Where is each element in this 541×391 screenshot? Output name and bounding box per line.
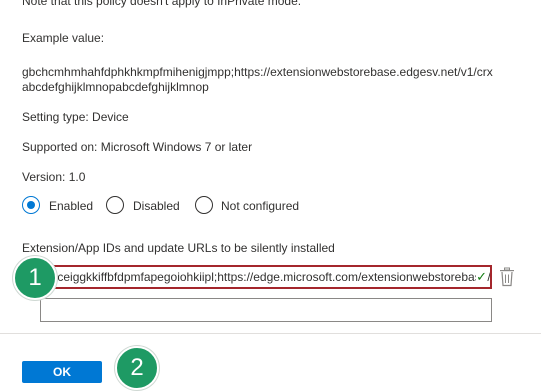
example-value-line1: gbchcmhmhahfdphkhkmpfmihenigjmpp;https:/… [22, 65, 493, 79]
setting-type: Setting type: Device [22, 110, 129, 124]
radio-enabled-label[interactable]: Enabled [49, 199, 93, 213]
radio-not-configured[interactable] [195, 196, 213, 214]
version: Version: 1.0 [22, 170, 86, 184]
radio-not-configured-label[interactable]: Not configured [221, 199, 299, 213]
radio-enabled[interactable] [22, 196, 40, 214]
step-badge-2: 2 [115, 346, 159, 390]
radio-disabled-label[interactable]: Disabled [133, 199, 180, 213]
checkmark-icon: ✓ [476, 269, 487, 285]
policy-note: Note that this policy doesn't apply to I… [22, 0, 302, 8]
step-badge-1: 1 [13, 256, 57, 300]
radio-disabled[interactable] [106, 196, 124, 214]
field-label: Extension/App IDs and update URLs to be … [22, 241, 335, 255]
extension-id-input-1-value: aaceiggkkiffbfdpmfapegoiohkiipl;https://… [44, 270, 492, 284]
divider [0, 333, 541, 334]
supported-on: Supported on: Microsoft Windows 7 or lat… [22, 140, 253, 154]
ok-button[interactable]: OK [22, 361, 102, 383]
example-value-line2: abcdefghijklmnopabcdefghijklmnop [22, 80, 209, 94]
example-value-label: Example value: [22, 31, 105, 45]
extension-id-input-1[interactable]: aaceiggkkiffbfdpmfapegoiohkiipl;https://… [40, 265, 492, 289]
trash-icon[interactable] [499, 267, 515, 287]
extension-id-input-2[interactable] [40, 298, 492, 322]
